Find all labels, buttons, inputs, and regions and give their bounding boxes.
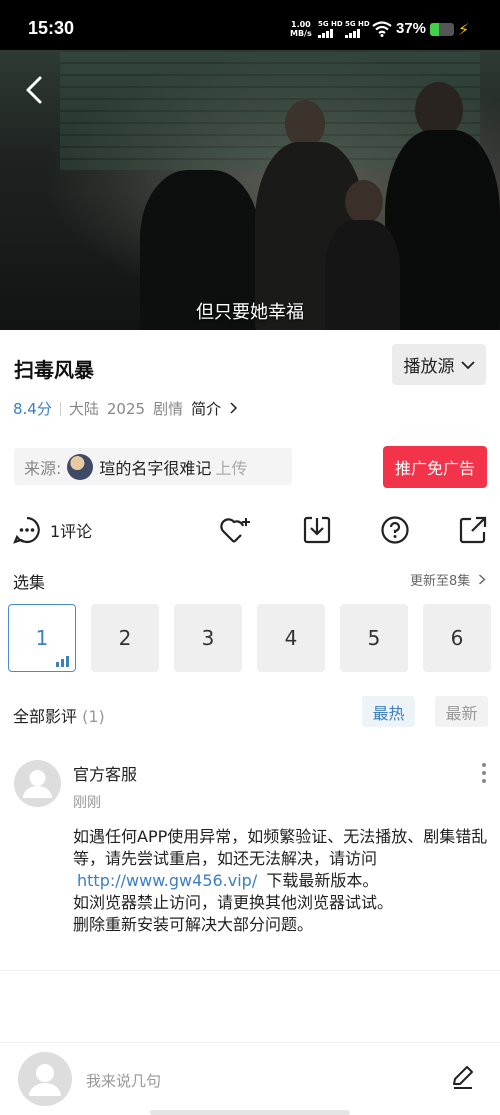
comment-text-4: 删除重新安装可解决大部分问题。 <box>73 915 314 934</box>
episode-button[interactable]: 2 <box>91 604 159 672</box>
year: 2025 <box>106 399 146 418</box>
wifi-icon <box>372 21 392 37</box>
divider <box>0 970 500 971</box>
now-playing-icon <box>56 656 69 667</box>
sort-new-button[interactable]: 最新 <box>435 696 488 727</box>
show-meta: 8.4分 大陆 2025 剧情 简介 <box>13 398 238 419</box>
download-icon <box>303 516 331 544</box>
sim2-signal-icon: 5G HD <box>345 20 370 38</box>
uploader-avatar <box>67 453 94 480</box>
reviews-title: 全部影评 <box>13 707 78 726</box>
favorite-button[interactable] <box>219 510 253 550</box>
chevron-right-icon <box>479 574 486 585</box>
upload-suffix: 上传 <box>215 458 248 478</box>
share-icon <box>459 516 487 544</box>
intro-label: 简介 <box>191 400 222 418</box>
source-label: 来源: <box>24 458 62 478</box>
remove-ads-button[interactable]: 推广免广告 <box>383 446 487 488</box>
comment-button[interactable]: 1评论 <box>12 510 92 550</box>
default-avatar-icon <box>29 1064 61 1096</box>
default-avatar-icon <box>23 770 52 798</box>
episode-button[interactable]: 1 <box>8 604 76 672</box>
help-icon <box>381 516 409 544</box>
edit-pen-icon[interactable] <box>450 1064 476 1090</box>
comment-icon <box>13 516 40 544</box>
reviews-count: (1) <box>82 707 105 726</box>
episode-number: 6 <box>450 626 464 650</box>
help-button[interactable] <box>380 510 410 550</box>
show-title: 扫毒风暴 <box>14 358 94 382</box>
sim2-label: 5G HD <box>345 20 370 28</box>
sort-hot-button[interactable]: 最热 <box>362 696 415 727</box>
video-subtitle: 但只要她幸福 <box>196 302 304 323</box>
episode-number: 5 <box>367 626 381 650</box>
intro-link[interactable]: 简介 <box>191 398 238 419</box>
play-source-button[interactable]: 播放源 <box>392 344 486 385</box>
episodes-update-link[interactable]: 更新至8集 <box>410 570 486 589</box>
uploader-name: 瑄的名字很难记 <box>99 458 212 478</box>
avatar[interactable] <box>14 760 61 807</box>
chevron-down-icon <box>460 360 475 369</box>
network-speed: 1.00 MB/s <box>290 20 312 38</box>
charging-icon: ⚡ <box>458 20 470 39</box>
video-player[interactable]: 但只要她幸福 <box>0 50 500 330</box>
reviews-header: 全部影评 (1) <box>13 703 105 727</box>
home-indicator[interactable] <box>150 1110 350 1115</box>
battery-percent: 37% <box>396 20 427 37</box>
episode-button[interactable]: 3 <box>174 604 242 672</box>
comment-time: 刚刚 <box>73 795 101 811</box>
download-button[interactable] <box>302 510 332 550</box>
uploader-info[interactable]: 来源: 瑄的名字很难记 上传 <box>14 448 292 485</box>
episode-button[interactable]: 6 <box>423 604 491 672</box>
episode-number: 4 <box>284 626 298 650</box>
share-button[interactable] <box>458 510 488 550</box>
episode-number: 1 <box>35 626 49 650</box>
episode-number: 2 <box>118 626 132 650</box>
episode-number: 3 <box>201 626 215 650</box>
region: 大陆 <box>68 400 99 418</box>
episodes-update-status: 更新至8集 <box>410 574 471 589</box>
sim1-signal-icon: 5G HD <box>318 20 343 38</box>
favorite-add-icon <box>220 518 250 543</box>
action-bar: 1评论 <box>0 510 500 550</box>
chevron-right-icon <box>230 402 237 414</box>
comment-body: 如遇任何APP使用异常，如频繁验证、无法播放、剧集错乱等，请先尝试重启，如还无法… <box>73 826 493 936</box>
comment-text-2: 下载最新版本。 <box>266 871 379 890</box>
more-vertical-icon[interactable] <box>478 762 490 784</box>
comment-text-1: 如遇任何APP使用异常，如频繁验证、无法播放、剧集错乱等，请先尝试重启，如还无法… <box>73 827 488 868</box>
battery-icon <box>430 23 454 36</box>
status-bar: 15:30 1.00 MB/s 5G HD 5G HD 37% ⚡ <box>0 0 500 50</box>
comment-count: 1评论 <box>50 522 93 541</box>
comment-link[interactable]: http://www.gw456.vip/ <box>77 871 257 890</box>
back-chevron-icon[interactable] <box>20 74 50 106</box>
episodes-title: 选集 <box>13 573 46 592</box>
comment-author[interactable]: 官方客服 <box>73 761 137 785</box>
episode-list: 1 2 3 4 5 6 <box>8 604 491 672</box>
genre: 剧情 <box>153 400 184 418</box>
rating-score: 8.4分 <box>13 400 52 418</box>
divider <box>0 1042 500 1043</box>
sim1-label: 5G HD <box>318 20 343 28</box>
network-speed-value: 1.00 <box>291 20 311 29</box>
episode-button[interactable]: 5 <box>340 604 408 672</box>
network-speed-unit: MB/s <box>290 29 312 38</box>
divider <box>59 401 61 416</box>
comment-input[interactable]: 我来说几句 <box>86 1070 161 1091</box>
comment-text-3: 如浏览器禁止访问，请更换其他浏览器试试。 <box>73 893 394 912</box>
episode-button[interactable]: 4 <box>257 604 325 672</box>
my-avatar <box>18 1052 72 1106</box>
clock: 15:30 <box>28 18 75 38</box>
play-source-label: 播放源 <box>403 357 455 377</box>
